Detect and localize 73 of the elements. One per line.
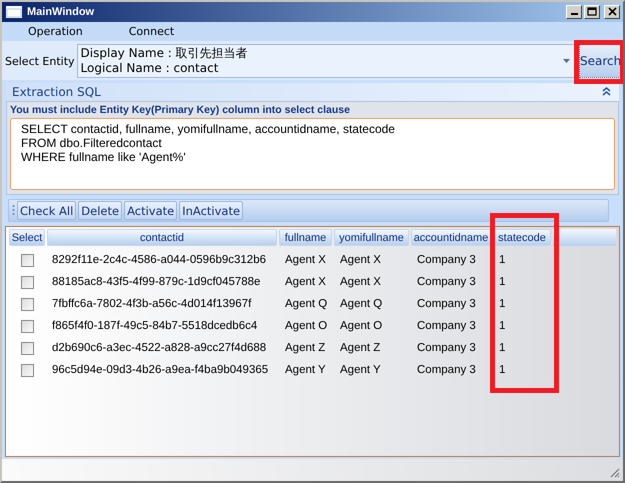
close-icon [608,7,616,16]
checkbox[interactable] [20,320,34,333]
checkbox[interactable] [20,342,34,355]
toolbar-button[interactable]: Delete [78,201,122,220]
close-button[interactable] [604,4,620,19]
grip-icon [12,204,15,218]
table-cell-text: Agent Z [339,342,382,354]
search-button[interactable]: Search [579,44,621,78]
highlight-frame [574,40,623,84]
table-cell-text: Agent Q [284,298,328,310]
table-cell-text: Company 3 [416,254,477,266]
column-header[interactable]: fullname [279,229,332,246]
hint-text: You must include Entity Key(Primary Key) column into select clause [10,104,351,116]
maximize-icon [587,7,597,16]
table-cell-text: Agent Y [284,364,327,376]
field-label: Select Entity [5,54,75,68]
table-cell-text: 1 [498,298,506,310]
table-cell-text: Company 3 [416,364,477,376]
entity-dropdown[interactable]: Display Name : 取引先担当者 Logical Name : contact [76,44,576,78]
table-cell-text: Agent X [284,254,327,266]
dropdown-arrow-icon [563,59,570,64]
resize-grip-icon[interactable] [608,466,620,478]
table-cell-text: Agent Y [339,364,382,376]
collapse-icon[interactable] [602,87,611,96]
dropdown-text: Logical Name : contact [80,61,220,76]
table-cell-text: Company 3 [416,276,477,288]
column-header[interactable]: accountidname [411,229,491,246]
toolbar-button[interactable]: Activate [124,201,178,220]
window-icon [6,6,22,18]
column-header[interactable]: contactid [47,229,277,246]
table-cell-text: Agent X [339,254,382,266]
window-title: MainWindow [27,6,94,18]
column-header[interactable]: statecode [493,229,551,246]
minimize-button[interactable] [566,4,582,19]
table-cell-text: 1 [498,276,506,288]
column-header[interactable]: yomifullname [334,229,409,246]
table-cell-text: Company 3 [416,342,477,354]
panel-header[interactable]: Extraction SQL [6,82,619,101]
menu-item[interactable]: Connect [128,25,174,38]
table-cell-text: 8292f11e-2c4c-4586-a044-0596b9c312b6 [51,254,267,266]
panel-title: Extraction SQL [12,84,101,99]
checkbox[interactable] [20,254,34,267]
table-cell-text: Agent X [339,276,382,288]
table-cell-text: 96c5d94e-09d3-4b26-a9ea-f4ba9b049365 [51,364,270,376]
dropdown-text: Display Name : 取引先担当者 [80,46,249,62]
table-cell-text: 1 [498,320,506,332]
table-cell-text: 88185ac8-43f5-4f99-879c-1d9cf045788e [51,276,262,288]
sql-line: FROM dbo.Filteredcontact [21,136,163,150]
toolbar-button[interactable]: InActivate [179,201,244,220]
checkbox[interactable] [20,364,34,377]
table-cell-text: d2b690c6-a3ec-4522-a828-a9cc27f4d688 [51,342,268,354]
table-cell-text: Agent Q [339,298,384,310]
table-cell-text: 7fbffc6a-7802-4f3b-a56c-4d014f13967f [51,298,252,310]
header-filler [553,229,616,246]
table-cell-text: 1 [498,254,506,266]
table-cell-text: Agent O [284,320,328,332]
checkbox[interactable] [20,298,34,311]
sql-editor[interactable]: SELECT contactid, fullname, yomifullname, accountidname, statecode FROM dbo.Filteredcontact WHERE fullname like 'Agent%' [10,118,615,190]
maximize-button[interactable] [584,4,600,19]
table-cell-text: 1 [498,342,506,354]
sql-line: WHERE fullname like 'Agent%' [21,150,187,164]
menu-item[interactable]: Operation [28,25,83,38]
table-cell-text: Agent X [284,276,327,288]
table-cell-text: 1 [498,364,506,376]
table-cell-text: Agent O [339,320,384,332]
table-cell-text: Company 3 [416,320,477,332]
table-cell-text: Company 3 [416,298,477,310]
table-cell-text: f865f4f0-187f-49c5-84b7-5518dcedb6c4 [51,320,258,332]
column-header[interactable]: Select [9,229,45,246]
toolbar-button[interactable]: Check All [17,201,76,220]
sql-line: SELECT contactid, fullname, yomifullname, accountidname, statecode [21,122,396,136]
checkbox[interactable] [20,276,34,289]
table-cell-text: Agent Z [284,342,326,354]
